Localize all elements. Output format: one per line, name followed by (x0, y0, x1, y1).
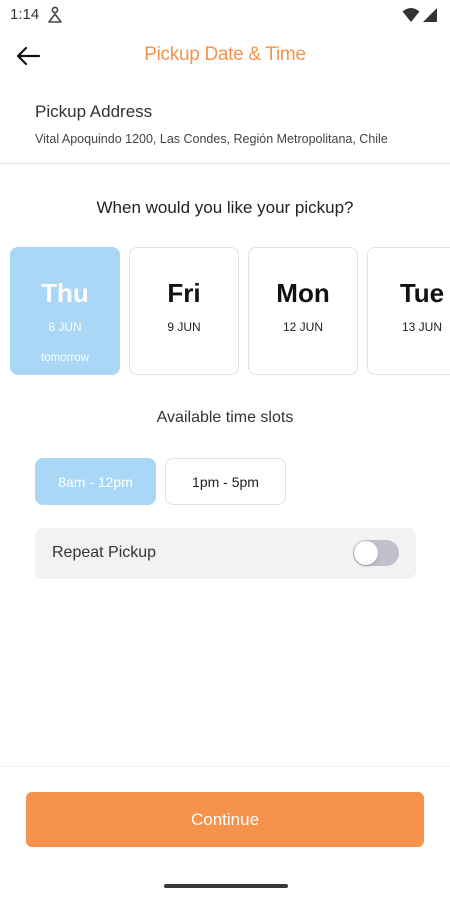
pickup-question: When would you like your pickup? (96, 198, 354, 217)
day-selector[interactable]: Thu 8 JUN tomorrow Fri 9 JUN Mon 12 JUN … (10, 247, 450, 377)
day-name: Mon (276, 278, 330, 308)
continue-button[interactable]: Continue (26, 792, 424, 847)
day-name: Thu (41, 278, 89, 308)
day-date: 9 JUN (167, 320, 201, 334)
repeat-pickup-toggle[interactable] (353, 540, 399, 566)
pickup-address-section: Pickup Address Vital Apoquindo 1200, Las… (0, 100, 450, 164)
pickup-address-value: Vital Apoquindo 1200, Las Condes, Región… (35, 132, 388, 146)
day-card-thu[interactable]: Thu 8 JUN tomorrow (10, 247, 120, 375)
status-time: 1:14 (10, 6, 40, 23)
day-date: 13 JUN (401, 320, 442, 334)
day-name: Fri (167, 278, 201, 308)
day-card-tue[interactable]: Tue 13 JUN (367, 247, 450, 375)
home-indicator[interactable] (164, 884, 288, 888)
signal-icon (423, 8, 437, 22)
day-name: Tue (399, 278, 445, 308)
page-title: Pickup Date & Time (144, 44, 306, 65)
day-card-mon[interactable]: Mon 12 JUN (248, 247, 358, 375)
time-slot-morning[interactable]: 8am - 12pm (35, 458, 156, 505)
bottom-divider (0, 766, 450, 767)
day-date: 12 JUN (282, 320, 323, 334)
repeat-pickup-label: Repeat Pickup (52, 544, 157, 561)
toggle-knob (354, 541, 378, 565)
pickup-address-label: Pickup Address (35, 102, 153, 121)
time-slot-afternoon[interactable]: 1pm - 5pm (165, 458, 286, 505)
app-bar: Pickup Date & Time (0, 30, 450, 82)
day-card-fri[interactable]: Fri 9 JUN (129, 247, 239, 375)
person-icon (48, 6, 62, 23)
time-slots-heading: Available time slots (156, 409, 294, 426)
day-sub-label: tomorrow (41, 352, 89, 364)
day-date: 8 JUN (48, 320, 82, 334)
repeat-pickup-row: Repeat Pickup (35, 528, 416, 579)
status-bar: 1:14 (0, 0, 450, 30)
wifi-icon (402, 8, 420, 22)
